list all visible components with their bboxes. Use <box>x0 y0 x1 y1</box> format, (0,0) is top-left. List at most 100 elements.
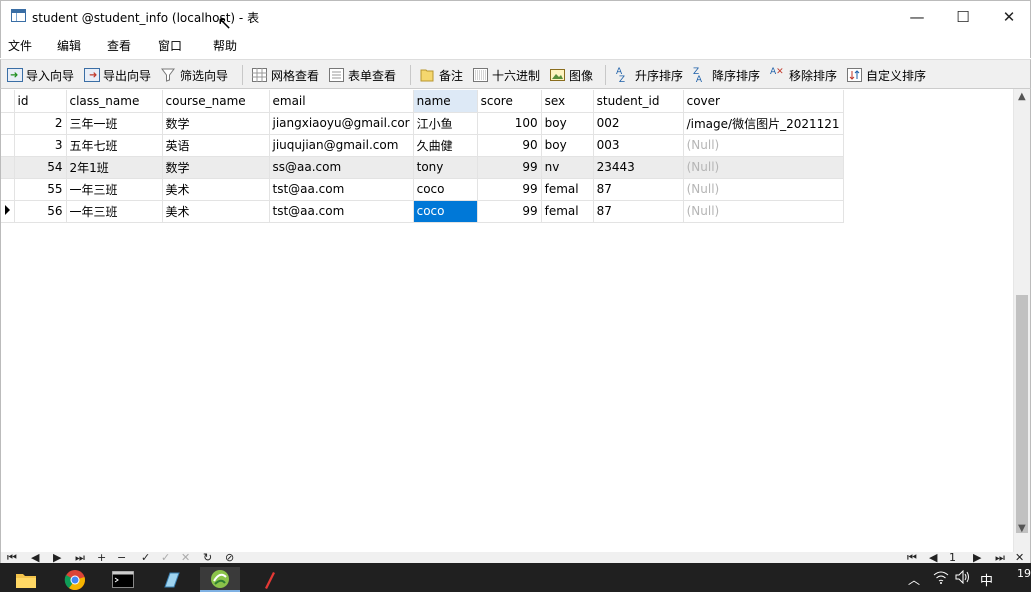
last-record-icon[interactable]: ⏭ <box>75 552 85 563</box>
input-method-indicator[interactable]: 中 <box>980 570 993 589</box>
cell-class-name[interactable]: 一年三班 <box>66 200 163 223</box>
cell-id[interactable]: 55 <box>14 178 67 201</box>
scroll-up-icon[interactable]: ▲ <box>1018 91 1026 102</box>
vertical-scrollbar[interactable]: ▲ ▼ <box>1013 89 1030 552</box>
maximize-button[interactable]: ☐ <box>940 1 986 32</box>
cell-email[interactable]: tst@aa.com <box>269 178 414 201</box>
cell-id[interactable]: 3 <box>14 134 67 157</box>
menu-window[interactable]: 窗口 <box>158 37 182 54</box>
cell-sex[interactable]: boy <box>541 134 594 157</box>
navicat-icon[interactable] <box>200 567 240 592</box>
last-page-icon[interactable]: ⏭ <box>995 552 1005 563</box>
file-explorer-icon[interactable] <box>6 567 46 592</box>
row-header[interactable] <box>1 134 15 157</box>
custom-sort-button[interactable]: 自定义排序 <box>847 66 926 84</box>
scroll-down-icon[interactable]: ▼ <box>1018 523 1026 534</box>
hex-button[interactable]: 十六进制 <box>473 66 540 84</box>
volume-icon[interactable] <box>955 569 971 588</box>
menu-help[interactable]: 帮助 <box>213 37 237 54</box>
form-view-button[interactable]: 表单查看 <box>329 66 396 84</box>
cell-class-name[interactable]: 2年1班 <box>66 156 163 179</box>
editor-app-icon[interactable] <box>152 567 192 592</box>
column-header-score[interactable]: score <box>477 90 542 113</box>
cell-email[interactable]: tst@aa.com <box>269 200 414 223</box>
previous-record-icon[interactable]: ◀ <box>31 552 39 563</box>
cell-cover[interactable]: (Null) <box>683 134 844 157</box>
cell-name[interactable]: 江小鱼 <box>413 112 478 135</box>
cell-id[interactable]: 54 <box>14 156 67 179</box>
cell-student-id[interactable]: 87 <box>593 178 684 201</box>
cell-score[interactable]: 100 <box>477 112 542 135</box>
cell-score[interactable]: 99 <box>477 178 542 201</box>
image-button[interactable]: 图像 <box>550 66 593 84</box>
cell-id[interactable]: 2 <box>14 112 67 135</box>
sort-ascending-button[interactable]: A Z 升序排序 <box>616 66 683 85</box>
page-number[interactable]: 1 <box>949 552 956 563</box>
row-header[interactable] <box>1 178 15 201</box>
next-record-icon[interactable]: ▶ <box>53 552 61 563</box>
cell-student-id[interactable]: 002 <box>593 112 684 135</box>
cell-student-id[interactable]: 87 <box>593 200 684 223</box>
column-header-name[interactable]: name <box>413 90 478 113</box>
grid-view-button[interactable]: 网格查看 <box>252 66 319 84</box>
cell-cover[interactable]: (Null) <box>683 156 844 179</box>
wifi-icon[interactable] <box>933 570 949 588</box>
settings-icon[interactable]: ✕ <box>1015 552 1024 563</box>
clock[interactable]: 19 <box>1017 567 1031 580</box>
refresh-icon[interactable]: ↻ <box>203 552 212 563</box>
column-header-id[interactable]: id <box>14 90 67 113</box>
cell-class-name[interactable]: 三年一班 <box>66 112 163 135</box>
cell-sex[interactable]: boy <box>541 112 594 135</box>
cell-sex[interactable]: femal <box>541 200 594 223</box>
first-page-icon[interactable]: ⏮ <box>907 552 917 563</box>
table-row[interactable]: 2 三年一班 数学 jiangxiaoyu@gmail.cor 江小鱼 100 … <box>1 112 844 135</box>
minimize-button[interactable]: — <box>894 1 940 32</box>
row-header-current[interactable] <box>1 200 15 223</box>
cell-cover[interactable]: (Null) <box>683 200 844 223</box>
cell-sex[interactable]: femal <box>541 178 594 201</box>
menu-file[interactable]: 文件 <box>8 37 32 54</box>
table-row-current[interactable]: 56 一年三班 美术 tst@aa.com coco 99 femal 87 (… <box>1 200 844 223</box>
cell-cover[interactable]: /image/微信图片_2021121 <box>683 112 844 135</box>
cell-cover[interactable]: (Null) <box>683 178 844 201</box>
cell-name[interactable]: tony <box>413 156 478 179</box>
cell-id[interactable]: 56 <box>14 200 67 223</box>
column-header-cover[interactable]: cover <box>683 90 844 113</box>
terminal-icon[interactable] <box>103 567 143 592</box>
cell-email[interactable]: jiangxiaoyu@gmail.cor <box>269 112 414 135</box>
cell-course-name[interactable]: 美术 <box>162 178 270 201</box>
table-row[interactable]: 54 2年1班 数学 ss@aa.com tony 99 nv 23443 (N… <box>1 156 844 179</box>
apply-changes-icon[interactable]: ✓ <box>141 552 150 563</box>
cell-class-name[interactable]: 五年七班 <box>66 134 163 157</box>
menu-edit[interactable]: 编辑 <box>57 37 81 54</box>
chrome-icon[interactable] <box>55 567 95 592</box>
previous-page-icon[interactable]: ◀ <box>929 552 937 563</box>
cell-course-name[interactable]: 数学 <box>162 156 270 179</box>
show-hidden-icons-icon[interactable]: ︿ <box>908 571 920 588</box>
next-page-icon[interactable]: ▶ <box>973 552 981 563</box>
cell-name[interactable]: 久曲健 <box>413 134 478 157</box>
menu-view[interactable]: 查看 <box>107 37 131 54</box>
column-header-student-id[interactable]: student_id <box>593 90 684 113</box>
memo-button[interactable]: 备注 <box>420 66 463 84</box>
scrollbar-thumb[interactable] <box>1016 295 1028 533</box>
export-wizard-button[interactable]: ➜ 导出向导 <box>84 66 151 84</box>
cell-name[interactable]: coco <box>413 178 478 201</box>
column-header-email[interactable]: email <box>269 90 414 113</box>
cell-student-id[interactable]: 23443 <box>593 156 684 179</box>
pen-app-icon[interactable] <box>250 567 290 592</box>
row-header[interactable] <box>1 112 15 135</box>
cell-name-selected[interactable]: coco <box>413 200 478 223</box>
filter-wizard-button[interactable]: 筛选向导 <box>161 66 228 84</box>
first-record-icon[interactable]: ⏮ <box>7 552 17 563</box>
cell-email[interactable]: ss@aa.com <box>269 156 414 179</box>
cell-course-name[interactable]: 美术 <box>162 200 270 223</box>
close-button[interactable]: ✕ <box>986 1 1031 32</box>
row-header[interactable] <box>1 156 15 179</box>
cell-score[interactable]: 99 <box>477 156 542 179</box>
column-header-sex[interactable]: sex <box>541 90 594 113</box>
delete-record-icon[interactable]: − <box>117 552 126 563</box>
cell-student-id[interactable]: 003 <box>593 134 684 157</box>
stop-icon[interactable]: ⊘ <box>225 552 234 563</box>
table-row[interactable]: 3 五年七班 英语 jiuqujian@gmail.com 久曲健 90 boy… <box>1 134 844 157</box>
